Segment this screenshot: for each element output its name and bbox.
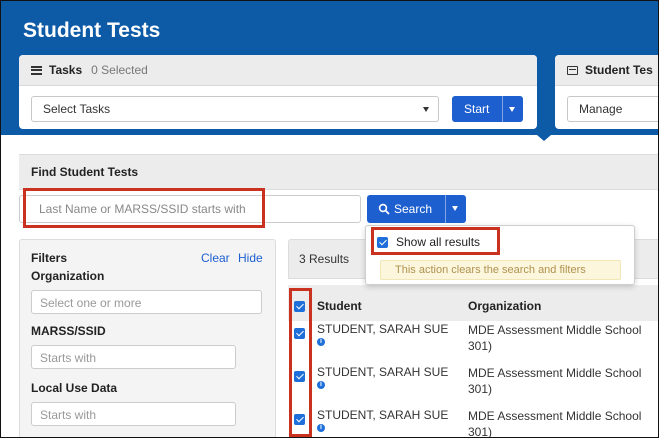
- select-all-checkbox[interactable]: [294, 301, 305, 312]
- chevron-down-icon: [452, 206, 458, 211]
- manage-value: Manage: [579, 102, 623, 116]
- search-icon: [378, 203, 390, 215]
- tasks-panel: Tasks 0 Selected Select Tasks Start: [19, 55, 537, 129]
- start-button-label: Start: [464, 102, 490, 116]
- clears-search-notice: This action clears the search and filter…: [380, 260, 621, 280]
- page-title: Student Tests: [23, 19, 161, 42]
- results-count: 3 Results: [299, 252, 350, 266]
- student-tests-panel: Student Tes Manage: [555, 55, 658, 129]
- student-tests-panel-header: Student Tes: [555, 55, 658, 86]
- search-dropdown-toggle[interactable]: [445, 195, 466, 223]
- info-icon[interactable]: i: [317, 381, 325, 389]
- organization-cell: MDE Assessment Middle School 301): [468, 322, 641, 354]
- search-options-popup: Show all results This action clears the …: [365, 225, 635, 285]
- list-icon: [31, 65, 42, 75]
- organization-code: 301): [468, 382, 493, 396]
- row-checkbox[interactable]: [294, 371, 305, 382]
- organization-label: Organization: [31, 269, 105, 283]
- local-use-data-label: Local Use Data: [31, 381, 118, 395]
- table-header-row: Student Organization: [288, 285, 658, 322]
- row-checkbox[interactable]: [294, 414, 305, 425]
- organization-select[interactable]: Select one or more: [31, 290, 262, 314]
- marss-ssid-label: MARSS/SSID: [31, 324, 106, 338]
- student-tests-heading: Student Tes: [585, 63, 653, 77]
- search-button[interactable]: Search: [367, 195, 466, 223]
- organization-name: MDE Assessment Middle School: [468, 366, 642, 380]
- local-use-data-input[interactable]: Starts with: [31, 402, 236, 426]
- show-all-results-option[interactable]: Show all results: [377, 235, 480, 249]
- organization-name: MDE Assessment Middle School: [468, 409, 642, 423]
- column-header-student[interactable]: Student: [317, 299, 362, 313]
- filters-panel: Filters Clear Hide Organization Select o…: [19, 239, 276, 437]
- find-title: Find Student Tests: [31, 165, 139, 179]
- table-row[interactable]: STUDENT, SARAH SUE i MDE Assessment Midd…: [288, 321, 658, 365]
- column-header-organization[interactable]: Organization: [468, 299, 541, 313]
- app-frame: Student Tests Tasks 0 Selected Select Ta…: [0, 0, 659, 438]
- organization-cell: MDE Assessment Middle School 301): [468, 408, 642, 438]
- student-name[interactable]: STUDENT, SARAH SUE: [317, 365, 448, 379]
- find-student-tests-bar: Find Student Tests: [19, 154, 658, 190]
- card-icon: [567, 65, 578, 75]
- select-tasks-dropdown[interactable]: Select Tasks: [31, 96, 439, 122]
- select-tasks-value: Select Tasks: [43, 102, 111, 116]
- student-name[interactable]: STUDENT, SARAH SUE: [317, 322, 448, 336]
- start-button[interactable]: Start: [452, 96, 523, 122]
- organization-code: 301): [468, 425, 493, 438]
- info-icon[interactable]: i: [317, 424, 325, 432]
- page-header: Student Tests Tasks 0 Selected Select Ta…: [1, 1, 658, 135]
- manage-dropdown[interactable]: Manage: [567, 96, 658, 122]
- clear-filters-link[interactable]: Clear: [201, 251, 230, 265]
- start-dropdown-toggle[interactable]: [502, 96, 523, 122]
- chevron-down-icon: [423, 107, 429, 112]
- tasks-selected-count: 0 Selected: [91, 63, 148, 77]
- hide-filters-link[interactable]: Hide: [238, 251, 263, 265]
- show-all-results-label[interactable]: Show all results: [396, 235, 480, 249]
- row-checkbox[interactable]: [294, 328, 305, 339]
- chevron-down-icon: [509, 107, 515, 112]
- show-all-results-checkbox[interactable]: [377, 236, 388, 248]
- results-table: Student Organization STUDENT, SARAH SUE …: [288, 285, 658, 438]
- table-row[interactable]: STUDENT, SARAH SUE i MDE Assessment Midd…: [288, 407, 658, 438]
- organization-cell: MDE Assessment Middle School 301): [468, 365, 641, 397]
- search-input[interactable]: Last Name or MARSS/SSID starts with: [19, 195, 361, 223]
- header-notch: [530, 129, 558, 141]
- student-name[interactable]: STUDENT, SARAH SUE: [317, 408, 448, 422]
- organization-code: 301): [468, 339, 493, 353]
- tasks-heading: Tasks: [49, 63, 83, 77]
- table-row[interactable]: STUDENT, SARAH SUE i MDE Assessment Midd…: [288, 364, 658, 408]
- organization-name: MDE Assessment Middle School: [468, 323, 642, 337]
- filters-title: Filters: [31, 251, 68, 265]
- tasks-panel-header: Tasks 0 Selected: [19, 55, 537, 86]
- info-icon[interactable]: i: [317, 338, 325, 346]
- marss-ssid-input[interactable]: Starts with: [31, 345, 236, 369]
- search-button-label: Search: [394, 202, 433, 216]
